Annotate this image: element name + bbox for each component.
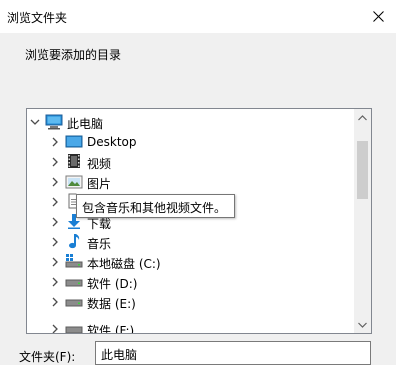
chevron-right-icon[interactable] bbox=[49, 236, 61, 248]
chevron-right-icon[interactable] bbox=[49, 216, 61, 228]
computer-icon bbox=[45, 114, 63, 130]
system-drive-icon bbox=[65, 254, 83, 268]
scroll-down-button[interactable] bbox=[354, 316, 371, 333]
music-icon bbox=[69, 234, 80, 249]
tree-item-this-pc[interactable]: 此电脑 bbox=[27, 112, 352, 132]
chevron-right-icon[interactable] bbox=[49, 323, 61, 334]
scroll-thumb[interactable] bbox=[357, 141, 368, 199]
chevron-right-icon[interactable] bbox=[49, 196, 61, 208]
close-icon bbox=[372, 11, 384, 22]
tree-item-desktop[interactable]: Desktop bbox=[27, 132, 352, 152]
tree-item-label: 此电脑 bbox=[67, 117, 104, 131]
title-bar: 浏览文件夹 bbox=[0, 0, 396, 33]
chevron-down-icon bbox=[358, 322, 367, 328]
video-icon bbox=[68, 154, 80, 168]
chevron-right-icon[interactable] bbox=[49, 256, 61, 268]
chevron-up-icon bbox=[358, 114, 367, 120]
drive-icon bbox=[65, 299, 83, 307]
tooltip-text: 包含音乐和其他视频文件。 bbox=[82, 201, 227, 215]
dialog-instruction: 浏览要添加的目录 bbox=[25, 48, 122, 62]
folder-input[interactable]: 此电脑 bbox=[95, 341, 371, 365]
tree-item-label: 数据 (E:) bbox=[87, 297, 136, 311]
tree-item-drive-e[interactable]: 数据 (E:) bbox=[27, 292, 352, 312]
tree-item-drive-c[interactable]: 本地磁盘 (C:) bbox=[27, 252, 352, 272]
tree-item-label: 视频 bbox=[87, 157, 112, 171]
vertical-scrollbar[interactable] bbox=[354, 109, 371, 333]
tree-item-label: 软件 (D:) bbox=[87, 277, 138, 291]
folder-input-value: 此电脑 bbox=[101, 348, 138, 362]
tree-item-label: 软件 (F:) bbox=[87, 324, 135, 334]
tree-item-music[interactable]: 音乐 bbox=[27, 232, 352, 252]
tree-item-label: 音乐 bbox=[87, 237, 112, 251]
tree-item-label: Desktop bbox=[87, 135, 137, 149]
drive-icon bbox=[65, 279, 83, 287]
desktop-icon bbox=[65, 135, 83, 148]
tooltip: 包含音乐和其他视频文件。 bbox=[76, 194, 235, 218]
scroll-up-button[interactable] bbox=[354, 109, 371, 126]
chevron-right-icon[interactable] bbox=[49, 276, 61, 288]
close-button[interactable] bbox=[360, 0, 396, 33]
drive-icon bbox=[65, 326, 83, 333]
window-title: 浏览文件夹 bbox=[7, 11, 68, 25]
chevron-right-icon[interactable] bbox=[49, 156, 61, 168]
folder-tree[interactable]: 此电脑 Desktop 视频 图片 下载 音乐 本地磁盘 (C:) 软件 (D:… bbox=[26, 108, 372, 334]
tree-item-drive-f[interactable]: 软件 (F:) bbox=[27, 319, 352, 334]
folder-label: 文件夹(F): bbox=[19, 350, 76, 364]
chevron-right-icon[interactable] bbox=[49, 136, 61, 148]
tree-item-drive-d[interactable]: 软件 (D:) bbox=[27, 272, 352, 292]
tree-item-label: 图片 bbox=[87, 177, 112, 191]
tree-item-label: 本地磁盘 (C:) bbox=[87, 257, 161, 271]
pictures-icon bbox=[65, 175, 83, 189]
tree-item-videos[interactable]: 视频 bbox=[27, 152, 352, 172]
chevron-right-icon[interactable] bbox=[49, 176, 61, 188]
tree-item-pictures[interactable]: 图片 bbox=[27, 172, 352, 192]
chevron-down-icon[interactable] bbox=[29, 116, 41, 128]
chevron-right-icon[interactable] bbox=[49, 296, 61, 308]
